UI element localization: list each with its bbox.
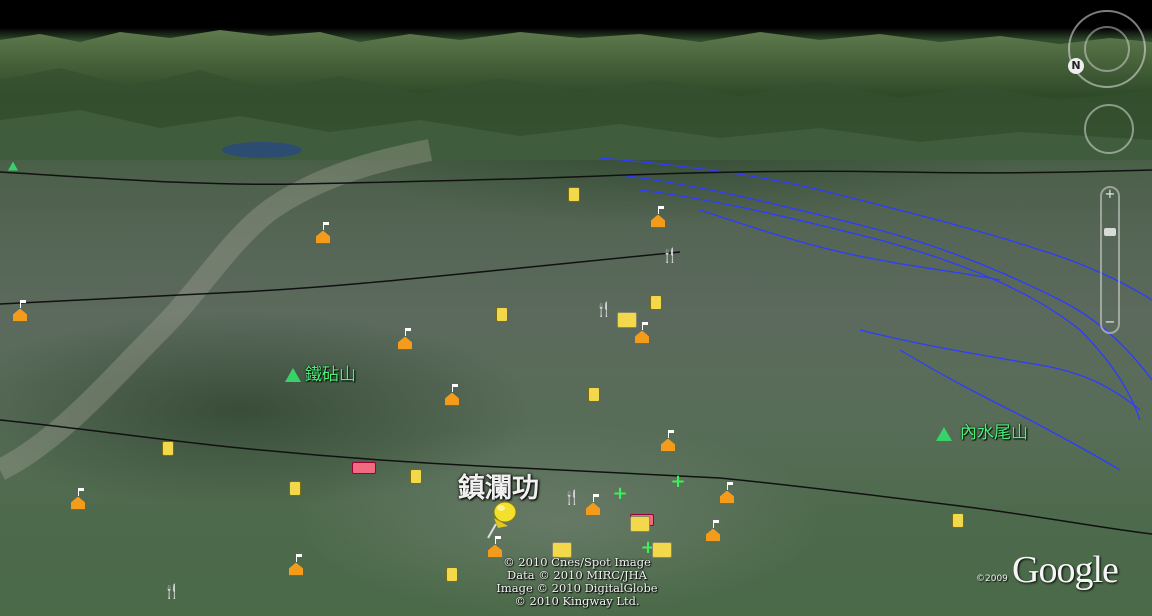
fuel-station-icon[interactable] bbox=[408, 468, 424, 484]
imagery-copyright: © 2010 Cnes/Spot Image Data © 2010 MIRC/… bbox=[494, 556, 660, 608]
fuel-station-icon[interactable] bbox=[950, 512, 966, 528]
shopping-icon[interactable] bbox=[617, 312, 637, 328]
home-marker-icon[interactable] bbox=[445, 384, 459, 406]
mountain-peak-icon[interactable] bbox=[936, 426, 952, 442]
home-marker-icon[interactable] bbox=[635, 322, 649, 344]
home-marker-icon[interactable] bbox=[316, 222, 330, 244]
fuel-station-icon[interactable] bbox=[648, 294, 664, 310]
home-marker-icon[interactable] bbox=[71, 488, 85, 510]
peak-label-east[interactable]: 內水尾山 bbox=[960, 418, 1028, 443]
logo-year: ©2009 bbox=[976, 574, 1008, 584]
copyright-line: © 2010 Kingway Ltd. bbox=[514, 594, 640, 608]
fuel-station-icon[interactable] bbox=[586, 386, 602, 402]
fuel-station-icon[interactable] bbox=[444, 566, 460, 582]
restaurant-icon[interactable]: 🍴 bbox=[163, 584, 180, 600]
restaurant-icon[interactable]: 🍴 bbox=[595, 302, 612, 318]
hospital-icon[interactable]: + bbox=[612, 485, 628, 503]
zoom-out-button[interactable]: − bbox=[1103, 316, 1117, 330]
zoom-in-button[interactable]: + bbox=[1103, 188, 1117, 202]
compass-inner-ring[interactable] bbox=[1084, 26, 1130, 72]
move-joystick[interactable] bbox=[1084, 104, 1134, 154]
home-marker-icon[interactable] bbox=[706, 520, 720, 542]
google-logo: Google bbox=[1012, 549, 1119, 591]
administrative-boundaries bbox=[0, 169, 1152, 535]
map-overlays bbox=[0, 139, 1152, 535]
restaurant-icon[interactable]: 🍴 bbox=[563, 490, 580, 506]
zoom-slider-handle[interactable] bbox=[1104, 228, 1116, 236]
home-marker-icon[interactable] bbox=[289, 554, 303, 576]
lake bbox=[222, 142, 302, 158]
hospital-icon[interactable]: + bbox=[670, 473, 686, 491]
home-marker-icon[interactable] bbox=[586, 494, 600, 516]
mountain-peak-icon[interactable] bbox=[5, 158, 21, 174]
home-marker-icon[interactable] bbox=[720, 482, 734, 504]
home-marker-icon[interactable] bbox=[651, 206, 665, 228]
fuel-station-icon[interactable] bbox=[566, 186, 582, 202]
compass-ring[interactable] bbox=[1068, 10, 1146, 88]
lodging-icon[interactable] bbox=[352, 460, 376, 476]
north-up-button[interactable]: N bbox=[1068, 58, 1084, 74]
fuel-station-icon[interactable] bbox=[160, 440, 176, 456]
zoom-slider-track[interactable] bbox=[1100, 186, 1120, 334]
mountain-peak-icon[interactable] bbox=[285, 367, 301, 383]
fuel-station-icon[interactable] bbox=[287, 480, 303, 496]
placemark-pushpin-icon[interactable] bbox=[484, 498, 520, 540]
peak-label-west[interactable]: 鐵砧山 bbox=[305, 360, 356, 385]
home-marker-icon[interactable] bbox=[398, 328, 412, 350]
restaurant-icon[interactable]: 🍴 bbox=[661, 248, 678, 264]
map-view[interactable]: 🍴 🍴 🍴 🍴 + + + 鐵砧山 內水尾山 鎮瀾功 © 2010 Cnes/S… bbox=[0, 0, 1152, 616]
river-wide-bed bbox=[0, 139, 433, 480]
home-marker-icon[interactable] bbox=[13, 300, 27, 322]
river-network bbox=[599, 157, 1152, 471]
shopping-icon[interactable] bbox=[630, 516, 650, 532]
home-marker-icon[interactable] bbox=[661, 430, 675, 452]
fuel-station-icon[interactable] bbox=[494, 306, 510, 322]
